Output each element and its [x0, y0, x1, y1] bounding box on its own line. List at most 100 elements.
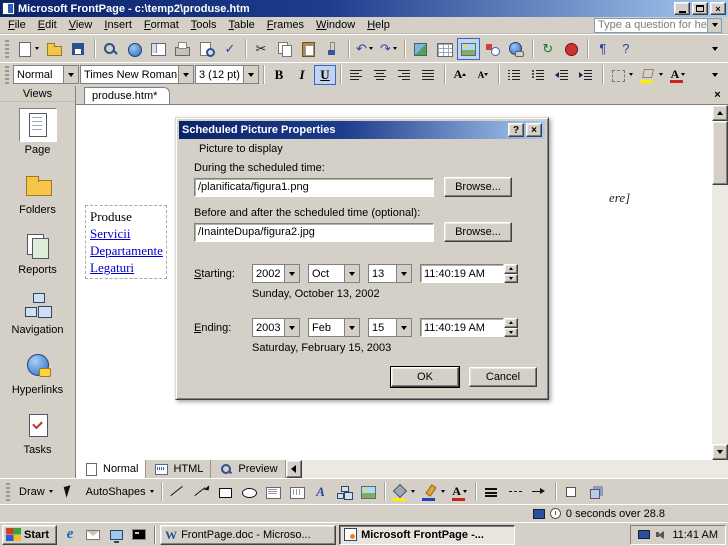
chevron-down-icon[interactable] — [284, 265, 299, 282]
scroll-up-button[interactable] — [712, 105, 728, 121]
toolbar-grip[interactable] — [6, 483, 10, 501]
increase-indent-button[interactable] — [575, 65, 598, 85]
task-button-frontpage[interactable]: Microsoft FrontPage -... — [339, 525, 515, 545]
start-day-select[interactable]: 13 — [368, 264, 412, 283]
chevron-down-icon[interactable] — [344, 265, 359, 282]
bold-button[interactable]: B — [268, 65, 290, 85]
dialog-help-button[interactable]: ? — [508, 123, 524, 137]
style-combobox[interactable]: Normal — [13, 65, 79, 84]
network-tray-icon[interactable] — [638, 530, 650, 539]
editor-link-servicii[interactable]: Servicii — [90, 225, 162, 242]
decrease-indent-button[interactable] — [551, 65, 574, 85]
line-color-button[interactable] — [419, 481, 448, 503]
increase-font-button[interactable]: A — [449, 65, 471, 85]
italic-button[interactable]: I — [291, 65, 313, 85]
chevron-down-icon[interactable] — [396, 265, 411, 282]
text-box-button[interactable] — [262, 481, 285, 503]
chevron-down-icon[interactable] — [284, 319, 299, 336]
autoshapes-menu-button[interactable]: AutoShapes — [81, 481, 157, 503]
menu-insert[interactable]: Insert — [98, 18, 138, 32]
end-year-select[interactable]: 2003 — [252, 318, 300, 337]
clip-art-button[interactable] — [357, 481, 380, 503]
insert-picture-button[interactable] — [457, 38, 480, 60]
end-time-input[interactable]: 11:40:19 AM — [420, 318, 504, 337]
toolbar-grip[interactable] — [5, 40, 9, 58]
align-left-button[interactable] — [345, 65, 368, 85]
dash-style-button[interactable] — [504, 481, 527, 503]
view-item-folders[interactable]: Folders — [0, 162, 75, 222]
menu-help[interactable]: Help — [361, 18, 396, 32]
toggle-pane-button[interactable] — [147, 38, 170, 60]
chevron-down-icon[interactable] — [344, 319, 359, 336]
font-combobox[interactable]: Times New Roman — [80, 65, 194, 84]
refresh-button[interactable]: ↻ — [537, 38, 559, 60]
view-item-tasks[interactable]: Tasks — [0, 402, 75, 462]
menu-table[interactable]: Table — [222, 18, 260, 32]
spelling-button[interactable]: ✓ — [219, 38, 241, 60]
view-item-hyperlinks[interactable]: Hyperlinks — [0, 342, 75, 402]
task-button-word-document[interactable]: W FrontPage.doc - Microso... — [160, 525, 336, 545]
editor-link-legaturi[interactable]: Legaturi — [90, 259, 162, 276]
menu-frames[interactable]: Frames — [261, 18, 310, 32]
browse-before-button[interactable]: Browse... — [444, 222, 512, 242]
font-color-button[interactable]: A — [449, 481, 471, 503]
cut-button[interactable]: ✂ — [250, 38, 272, 60]
quick-launch-show-desktop[interactable] — [106, 525, 126, 545]
rectangle-button[interactable] — [214, 481, 237, 503]
spin-down-button[interactable] — [504, 274, 518, 284]
borders-button[interactable] — [607, 65, 636, 85]
redo-button[interactable]: ↷ — [377, 38, 400, 60]
menu-view[interactable]: View — [63, 18, 99, 32]
word-art-button[interactable]: A — [310, 481, 332, 503]
start-month-select[interactable]: Oct — [308, 264, 360, 283]
arrow-button[interactable] — [190, 481, 213, 503]
publish-web-button[interactable] — [123, 38, 146, 60]
quick-launch-internet-explorer[interactable]: e — [60, 525, 80, 545]
page-tab[interactable]: produse.htm* — [84, 87, 170, 104]
highlight-button[interactable] — [637, 65, 666, 85]
diagram-button[interactable] — [333, 481, 356, 503]
spin-down-button[interactable] — [504, 328, 518, 338]
bullets-button[interactable] — [527, 65, 550, 85]
stop-button[interactable] — [560, 38, 583, 60]
vertical-text-box-button[interactable] — [286, 481, 309, 503]
line-button[interactable] — [166, 481, 189, 503]
toolbar-options-button[interactable] — [704, 38, 726, 60]
volume-tray-icon[interactable] — [655, 529, 667, 540]
spin-up-button[interactable] — [504, 264, 518, 274]
chevron-down-icon[interactable] — [707, 19, 721, 32]
chevron-down-icon[interactable] — [396, 319, 411, 336]
minimize-button[interactable] — [674, 2, 690, 15]
fill-color-button[interactable] — [389, 481, 418, 503]
drawing-button[interactable] — [481, 38, 504, 60]
view-item-reports[interactable]: Reports — [0, 222, 75, 282]
before-after-input[interactable]: /InainteDupa/figura2.jpg — [194, 223, 434, 242]
threed-style-button[interactable] — [584, 481, 607, 503]
view-tab-html[interactable]: HTML — [146, 460, 211, 478]
menu-edit[interactable]: Edit — [32, 18, 63, 32]
quick-launch-command-prompt[interactable] — [129, 525, 149, 545]
close-button[interactable]: × — [710, 2, 726, 15]
line-style-button[interactable] — [480, 481, 503, 503]
print-preview-button[interactable] — [195, 38, 218, 60]
menu-file[interactable]: File — [2, 18, 32, 32]
arrow-style-button[interactable] — [528, 481, 551, 503]
horizontal-scrollbar-track[interactable] — [302, 460, 728, 478]
paste-button[interactable] — [297, 38, 320, 60]
align-center-button[interactable] — [369, 65, 392, 85]
dialog-title-bar[interactable]: Scheduled Picture Properties ? × — [179, 121, 545, 139]
editor-link-departamente[interactable]: Departamente — [90, 242, 162, 259]
toolbar-grip[interactable] — [5, 66, 9, 84]
menu-window[interactable]: Window — [310, 18, 361, 32]
question-for-help-box[interactable]: Type a question for help — [594, 18, 722, 33]
undo-button[interactable]: ↶ — [353, 38, 376, 60]
spin-up-button[interactable] — [504, 318, 518, 328]
view-item-navigation[interactable]: Navigation — [0, 282, 75, 342]
browse-during-button[interactable]: Browse... — [444, 177, 512, 197]
web-component-button[interactable] — [409, 38, 432, 60]
chevron-down-icon[interactable] — [63, 66, 78, 83]
show-all-button[interactable]: ¶ — [592, 38, 614, 60]
print-button[interactable] — [171, 38, 194, 60]
save-button[interactable] — [67, 38, 90, 60]
maximize-button[interactable] — [692, 2, 708, 15]
